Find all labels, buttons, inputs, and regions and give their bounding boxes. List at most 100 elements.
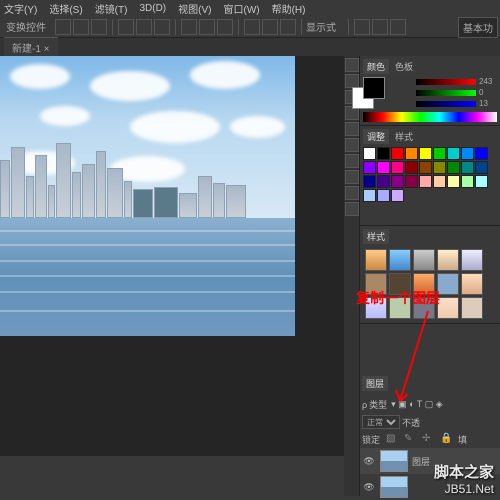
swatch[interactable] — [447, 147, 460, 160]
menu-3d[interactable]: 3D(D) — [139, 3, 166, 14]
align-icon[interactable] — [118, 19, 134, 35]
buildings — [0, 134, 295, 218]
align-icon[interactable] — [154, 19, 170, 35]
arrange-icon[interactable] — [390, 19, 406, 35]
mode-label[interactable]: 显示式 — [306, 19, 336, 34]
panel-icon[interactable] — [345, 202, 359, 216]
panel-icon[interactable] — [345, 186, 359, 200]
swatch[interactable] — [419, 161, 432, 174]
swatch[interactable] — [433, 161, 446, 174]
canvas[interactable] — [0, 56, 345, 456]
tab-styles2[interactable]: 样式 — [363, 229, 389, 244]
swatch[interactable] — [447, 161, 460, 174]
swatch[interactable] — [433, 175, 446, 188]
swatch[interactable] — [433, 147, 446, 160]
swatch[interactable] — [447, 175, 460, 188]
workspace-switcher[interactable]: 基本功 — [458, 17, 498, 38]
arrange-icon[interactable] — [372, 19, 388, 35]
b-slider[interactable] — [416, 101, 476, 107]
color-picker[interactable] — [363, 77, 374, 109]
swatch[interactable] — [377, 161, 390, 174]
swatch[interactable] — [363, 147, 376, 160]
tab-layers[interactable]: 图层 — [362, 376, 388, 391]
separator — [112, 19, 113, 35]
swatch[interactable] — [377, 147, 390, 160]
style-preset[interactable] — [389, 249, 411, 271]
lock-all-icon[interactable]: 🔒 — [440, 433, 452, 445]
swatch[interactable] — [391, 189, 404, 202]
swatch[interactable] — [377, 175, 390, 188]
style-preset[interactable] — [461, 273, 483, 295]
panel-dock: 颜色 色板 243 0 13 调整 样式 样式 — [360, 56, 500, 500]
g-value: 0 — [479, 88, 497, 97]
panel-icon[interactable] — [345, 122, 359, 136]
style-preset[interactable] — [365, 249, 387, 271]
distribute-icon[interactable] — [244, 19, 260, 35]
document-tab[interactable]: 新建-1 × — [4, 37, 58, 57]
distribute-icon[interactable] — [262, 19, 278, 35]
align-icon[interactable] — [91, 19, 107, 35]
tab-adjustments[interactable]: 调整 — [363, 129, 389, 144]
spectrum[interactable] — [363, 112, 497, 122]
swatch[interactable] — [405, 175, 418, 188]
swatch[interactable] — [475, 175, 488, 188]
swatch[interactable] — [363, 189, 376, 202]
swatch[interactable] — [475, 161, 488, 174]
swatch[interactable] — [419, 175, 432, 188]
swatch[interactable] — [391, 147, 404, 160]
swatch[interactable] — [405, 147, 418, 160]
menu-help[interactable]: 帮助(H) — [272, 1, 306, 16]
visibility-icon[interactable]: 👁 — [362, 454, 376, 468]
align-icon[interactable] — [73, 19, 89, 35]
style-preset[interactable] — [437, 249, 459, 271]
distribute-icon[interactable] — [181, 19, 197, 35]
actions-icon[interactable] — [345, 74, 359, 88]
distribute-icon[interactable] — [280, 19, 296, 35]
style-preset[interactable] — [461, 297, 483, 319]
annotation-arrow — [388, 306, 448, 416]
swatch[interactable] — [475, 147, 488, 160]
align-icon[interactable] — [136, 19, 152, 35]
foreground-color[interactable] — [363, 77, 385, 99]
swatch[interactable] — [363, 175, 376, 188]
g-slider[interactable] — [416, 90, 476, 96]
swatch[interactable] — [461, 175, 474, 188]
lock-icon[interactable]: ▧ — [386, 433, 398, 445]
tab-swatches[interactable]: 色板 — [391, 59, 417, 74]
history-icon[interactable] — [345, 58, 359, 72]
layer-thumbnail[interactable] — [380, 476, 408, 498]
swatch[interactable] — [391, 161, 404, 174]
filter-kind[interactable]: 类型 — [369, 398, 387, 411]
swatch[interactable] — [363, 161, 376, 174]
swatch[interactable] — [461, 161, 474, 174]
r-slider[interactable] — [416, 79, 476, 85]
swatch[interactable] — [377, 189, 390, 202]
menu-view[interactable]: 视图(V) — [178, 1, 211, 16]
distribute-icon[interactable] — [217, 19, 233, 35]
blend-mode-select[interactable]: 正常 — [362, 415, 400, 429]
panel-icon[interactable] — [345, 170, 359, 184]
panel-icon[interactable] — [345, 138, 359, 152]
menu-filter[interactable]: 滤镜(T) — [95, 1, 128, 16]
arrange-icon[interactable] — [354, 19, 370, 35]
visibility-icon[interactable]: 👁 — [362, 480, 376, 494]
menu-window[interactable]: 窗口(W) — [223, 1, 259, 16]
layer-name[interactable]: 图层 — [412, 455, 430, 468]
align-icon[interactable] — [55, 19, 71, 35]
style-preset[interactable] — [413, 249, 435, 271]
menu-select[interactable]: 选择(S) — [49, 1, 82, 16]
tab-color[interactable]: 颜色 — [363, 59, 389, 74]
tab-styles[interactable]: 样式 — [391, 129, 417, 144]
distribute-icon[interactable] — [199, 19, 215, 35]
menu-text[interactable]: 文字(Y) — [4, 1, 37, 16]
swatch[interactable] — [391, 175, 404, 188]
layer-thumbnail[interactable] — [380, 450, 408, 472]
lock-pixels-icon[interactable]: ✎ — [404, 433, 416, 445]
swatch[interactable] — [461, 147, 474, 160]
swatch[interactable] — [405, 161, 418, 174]
panel-icon[interactable] — [345, 154, 359, 168]
style-preset[interactable] — [461, 249, 483, 271]
swatch[interactable] — [419, 147, 432, 160]
style-preset[interactable] — [437, 273, 459, 295]
lock-position-icon[interactable]: ✢ — [422, 433, 434, 445]
